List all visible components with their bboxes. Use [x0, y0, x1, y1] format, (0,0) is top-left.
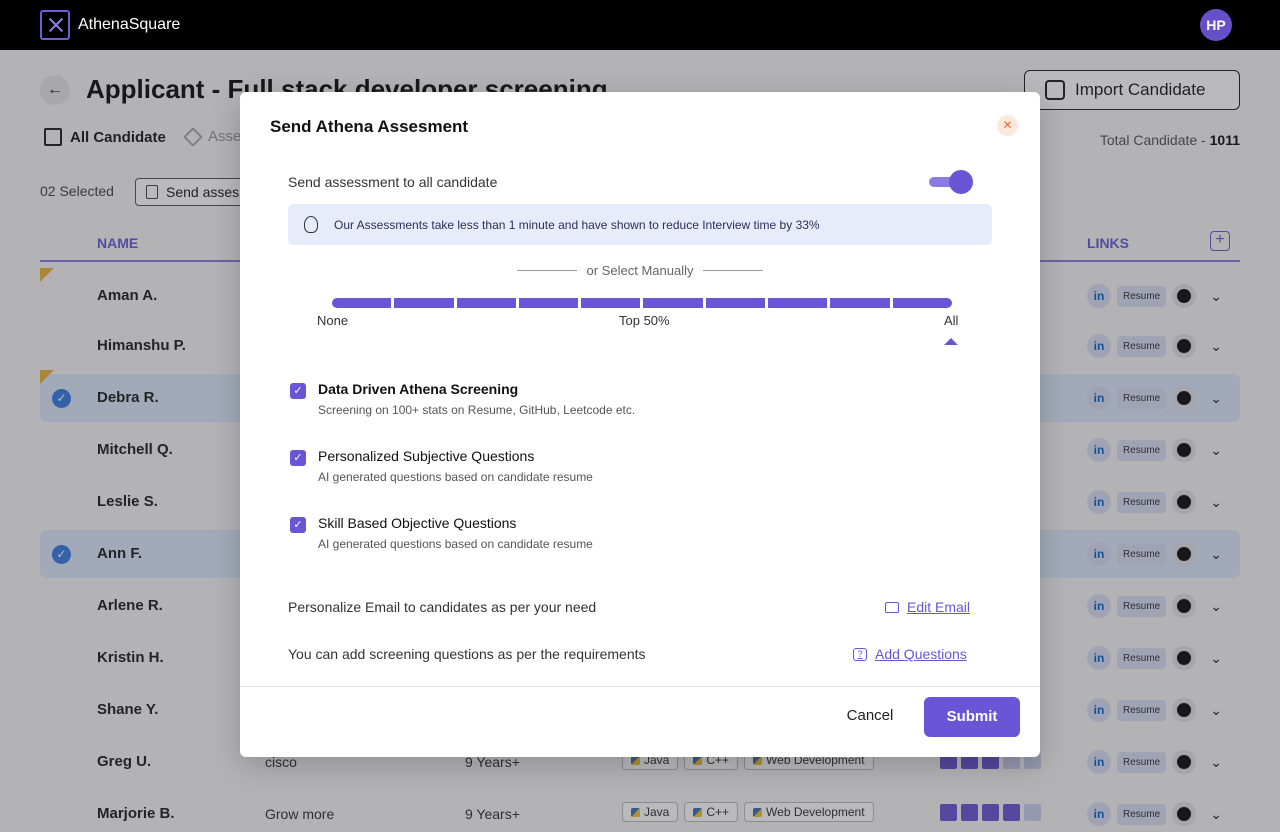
- info-text: Our Assessments take less than 1 minute …: [334, 217, 820, 232]
- option-title: Personalized Subjective Questions: [318, 448, 535, 464]
- send-all-toggle[interactable]: [929, 170, 973, 194]
- send-assessment-modal: Send Athena Assesment ✕ Send assessment …: [240, 92, 1040, 757]
- slider-marker-icon[interactable]: [944, 338, 958, 345]
- slider-segment[interactable]: [830, 298, 890, 308]
- edit-email-link[interactable]: Edit Email: [885, 599, 970, 615]
- mail-icon: [885, 601, 899, 613]
- modal-title: Send Athena Assesment: [270, 117, 469, 136]
- select-manually-label: or Select Manually: [586, 263, 694, 278]
- option-subtitle: Screening on 100+ stats on Resume, GitHu…: [318, 403, 636, 417]
- toggle-knob: [949, 170, 973, 194]
- info-banner: Our Assessments take less than 1 minute …: [288, 204, 992, 245]
- questions-label: You can add screening questions as per t…: [288, 646, 646, 662]
- slider-label-none: None: [317, 313, 349, 328]
- select-manually-divider: or Select Manually: [517, 263, 764, 278]
- slider-segment[interactable]: [456, 298, 516, 308]
- cancel-button[interactable]: Cancel: [835, 698, 905, 734]
- selection-slider[interactable]: [332, 298, 952, 308]
- send-all-label: Send assessment to all candidate: [288, 174, 498, 190]
- slider-segment[interactable]: [518, 298, 579, 308]
- slider-segment[interactable]: [581, 298, 641, 308]
- slider-segment[interactable]: [643, 298, 703, 308]
- divider-line: [517, 270, 577, 271]
- add-questions-label: Add Questions: [875, 646, 967, 662]
- checkbox-data-driven[interactable]: ✓: [290, 383, 306, 399]
- app-name: AthenaSquare: [78, 16, 181, 33]
- user-avatar[interactable]: HP: [1200, 9, 1232, 41]
- athenasquare-logo-icon[interactable]: [40, 10, 70, 40]
- slider-label-all: All: [944, 313, 959, 328]
- divider-line: [703, 270, 764, 271]
- checkbox-subjective[interactable]: ✓: [290, 450, 306, 466]
- option-subtitle: AI generated questions based on candidat…: [318, 470, 593, 484]
- lightbulb-icon: [304, 216, 318, 233]
- modal-footer-divider: [240, 686, 1040, 687]
- slider-segment[interactable]: [332, 298, 392, 308]
- option-title: Skill Based Objective Questions: [318, 515, 517, 531]
- slider-label-top50: Top 50%: [619, 313, 670, 328]
- edit-email-label: Edit Email: [907, 599, 971, 615]
- email-label: Personalize Email to candidates as per y…: [288, 599, 597, 615]
- question-icon: ?: [853, 647, 867, 661]
- option-subtitle: AI generated questions based on candidat…: [318, 537, 593, 551]
- checkbox-objective[interactable]: ✓: [290, 517, 306, 533]
- top-bar: AthenaSquare HP: [0, 0, 1280, 50]
- slider-segment[interactable]: [705, 298, 766, 308]
- close-icon[interactable]: ✕: [997, 115, 1018, 136]
- slider-segment[interactable]: [892, 298, 952, 308]
- add-questions-link[interactable]: ? Add Questions: [853, 646, 967, 662]
- submit-button[interactable]: Submit: [924, 697, 1020, 737]
- option-title: Data Driven Athena Screening: [318, 381, 519, 397]
- slider-segment[interactable]: [394, 298, 454, 308]
- slider-segment[interactable]: [768, 298, 828, 308]
